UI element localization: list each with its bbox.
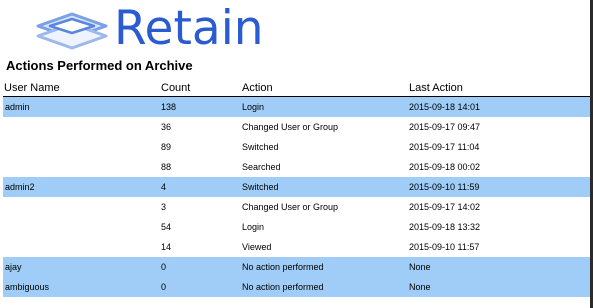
table-row: 14 Viewed 2015-09-10 11:57 [3,237,590,257]
table-header: User Name Count Action Last Action [3,80,590,96]
cell-count: 4 [161,182,167,192]
cell-user-name: admin [5,102,30,112]
cell-last-action: 2015-09-17 09:47 [409,122,481,132]
table-row: admin2 4 Switched 2015-09-10 11:59 [3,177,590,197]
cell-count: 14 [161,242,172,252]
cell-last-action: 2015-09-18 14:01 [409,102,481,112]
table-row: ajay 0 No action performed None [3,257,590,277]
report-title: Actions Performed on Archive [6,58,193,73]
cell-user-name: admin2 [5,182,35,192]
retain-wordmark: Retain [114,1,264,56]
cell-action: Changed User or Group [242,122,339,132]
column-header-action: Action [242,82,273,94]
cell-count: 3 [161,202,167,212]
table-row: 88 Searched 2015-09-18 00:02 [3,157,590,177]
cell-action: No action performed [242,262,324,272]
cell-action: Switched [242,182,279,192]
column-header-last-action: Last Action [409,82,463,94]
cell-last-action: 2015-09-17 11:04 [409,142,480,152]
cell-action: Login [242,222,265,232]
cell-count: 88 [161,162,172,172]
cell-user-name: ajay [5,262,22,272]
retain-logo-mark-icon [36,12,108,50]
cell-last-action: 2015-09-10 11:59 [409,182,480,192]
table-row: 3 Changed User or Group 2015-09-17 14:02 [3,197,590,217]
cell-count: 138 [161,102,177,112]
cell-last-action: 2015-09-17 14:02 [409,202,481,212]
table-row: ambiguous 0 No action performed None [3,277,590,297]
cell-action: No action performed [242,282,324,292]
cell-action: Searched [242,162,281,172]
cell-action: Login [242,102,265,112]
cell-action: Viewed [242,242,272,252]
report-table-body: admin 138 Login 2015-09-18 14:01 36 Changed U… [3,97,590,297]
cell-last-action: None [409,262,431,272]
table-row: admin 138 Login 2015-09-18 14:01 [3,97,590,117]
cell-user-name: ambiguous [5,282,50,292]
table-row: 89 Switched 2015-09-17 11:04 [3,137,590,157]
cell-action: Switched [242,142,279,152]
cell-last-action: 2015-09-18 13:32 [409,222,481,232]
cell-last-action: 2015-09-10 11:57 [409,242,480,252]
table-row: 54 Login 2015-09-18 13:32 [3,217,590,237]
cell-count: 0 [161,282,167,292]
cell-count: 54 [161,222,172,232]
column-header-user-name: User Name [4,82,60,94]
cell-last-action: 2015-09-18 00:02 [409,162,481,172]
cell-count: 89 [161,142,172,152]
cell-action: Changed User or Group [242,202,339,212]
cell-count: 0 [161,262,167,272]
cell-count: 36 [161,122,172,132]
table-row: 36 Changed User or Group 2015-09-17 09:47 [3,117,590,137]
column-header-count: Count [161,82,191,94]
cell-last-action: None [409,282,431,292]
